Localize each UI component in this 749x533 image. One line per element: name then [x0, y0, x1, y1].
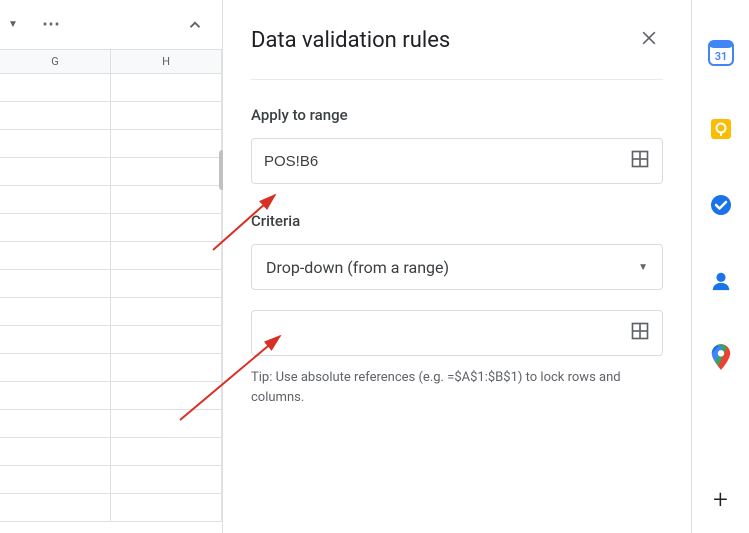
table-row[interactable] — [0, 242, 222, 270]
criteria-selected-text: Drop-down (from a range) — [266, 258, 449, 277]
data-validation-panel: Data validation rules Apply to range Cri… — [223, 0, 691, 533]
panel-title: Data validation rules — [251, 28, 450, 53]
table-row[interactable] — [0, 130, 222, 158]
table-row[interactable] — [0, 354, 222, 382]
side-panel-bar: 31 + — [691, 0, 749, 533]
select-range-icon[interactable] — [630, 149, 650, 173]
tasks-icon[interactable] — [708, 192, 734, 218]
table-row[interactable] — [0, 410, 222, 438]
apply-to-range-label: Apply to range — [251, 106, 663, 124]
table-row[interactable] — [0, 74, 222, 102]
chevron-up-icon[interactable] — [186, 16, 204, 38]
source-range-input-row[interactable] — [251, 310, 663, 356]
table-row[interactable] — [0, 382, 222, 410]
table-row[interactable] — [0, 466, 222, 494]
table-row[interactable] — [0, 270, 222, 298]
close-button[interactable] — [635, 24, 663, 57]
grid-rows — [0, 74, 222, 533]
col-header-g[interactable]: G — [0, 50, 111, 73]
table-row[interactable] — [0, 186, 222, 214]
dropdown-caret-icon[interactable]: ▼ — [4, 19, 22, 30]
table-row[interactable] — [0, 494, 222, 522]
range-input[interactable] — [264, 153, 630, 170]
criteria-label: Criteria — [251, 212, 663, 230]
chevron-down-icon: ▼ — [638, 262, 648, 273]
table-row[interactable] — [0, 438, 222, 466]
panel-header: Data validation rules — [251, 24, 663, 80]
table-row[interactable] — [0, 326, 222, 354]
source-range-input[interactable] — [264, 325, 630, 342]
table-row[interactable] — [0, 102, 222, 130]
column-headers: G H — [0, 50, 222, 74]
more-options-icon[interactable]: ⋯ — [42, 14, 62, 35]
col-header-h[interactable]: H — [111, 50, 222, 73]
table-row[interactable] — [0, 298, 222, 326]
calendar-icon[interactable]: 31 — [708, 40, 734, 66]
table-row[interactable] — [0, 214, 222, 242]
add-addon-button[interactable]: + — [713, 485, 728, 515]
svg-text:31: 31 — [714, 50, 727, 63]
contacts-icon[interactable] — [708, 268, 734, 294]
select-range-icon[interactable] — [630, 321, 650, 345]
tip-text: Tip: Use absolute references (e.g. =$A$1… — [251, 368, 663, 407]
toolbar-strip: ▼ ⋯ — [0, 0, 222, 50]
table-row[interactable] — [0, 158, 222, 186]
criteria-select[interactable]: Drop-down (from a range) ▼ — [251, 244, 663, 290]
spreadsheet-area: ▼ ⋯ G H — [0, 0, 223, 533]
keep-icon[interactable] — [708, 116, 734, 142]
range-input-row[interactable] — [251, 138, 663, 184]
maps-icon[interactable] — [708, 344, 734, 370]
